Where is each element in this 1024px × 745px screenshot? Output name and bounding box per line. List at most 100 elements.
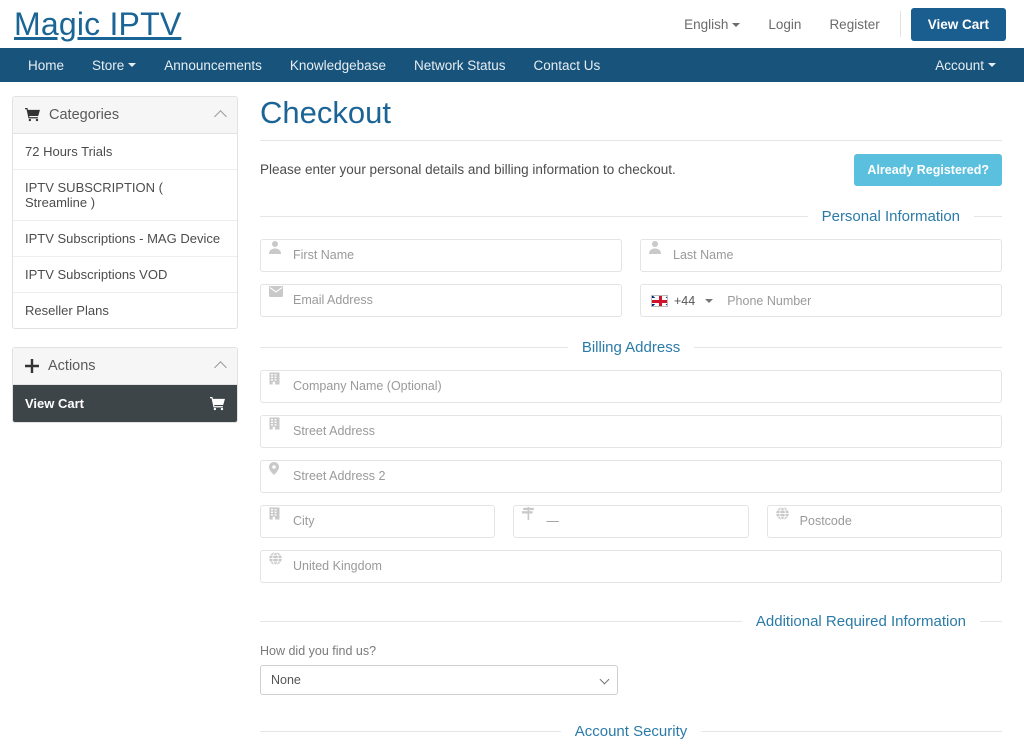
postcode-field[interactable]: Postcode xyxy=(766,505,1002,539)
main-content: Checkout Please enter your personal deta… xyxy=(260,95,1003,745)
section-rule xyxy=(260,216,808,218)
how-did-you-find-us-label: How did you find us? xyxy=(260,644,377,659)
city-field[interactable]: City xyxy=(260,505,496,539)
language-label: English xyxy=(684,16,729,32)
language-selector[interactable]: English xyxy=(670,17,754,32)
already-registered-button[interactable]: Already Registered? xyxy=(854,154,1002,187)
nav-label: Knowledgebase xyxy=(289,57,386,73)
phone-col: +44 Phone Number xyxy=(640,284,1002,318)
first-name-field[interactable]: First Name xyxy=(260,239,622,273)
section-additional-required-information: Additional Required Information xyxy=(260,613,1002,630)
city-placeholder: City xyxy=(293,514,315,529)
last-name-field[interactable]: Last Name xyxy=(640,239,1002,273)
postcode-col: Postcode xyxy=(766,505,1002,539)
first-name-col: First Name xyxy=(260,239,622,273)
top-bar-right: English Login Register View Cart xyxy=(670,7,1006,41)
street-address-2-placeholder: Street Address 2 xyxy=(293,469,386,484)
actions-panel: Actions View Cart xyxy=(12,347,238,423)
intro-row: Please enter your personal details and b… xyxy=(260,154,1002,187)
country-code-selector[interactable]: +44 xyxy=(641,285,721,316)
sidebar: Categories 72 Hours Trials IPTV SUBSCRIP… xyxy=(12,96,238,441)
chevron-up-icon[interactable] xyxy=(214,361,227,374)
section-title: Billing Address xyxy=(581,339,681,357)
company-row: Company Name (Optional) xyxy=(260,370,1002,404)
section-rule xyxy=(701,731,1002,733)
register-link[interactable]: Register xyxy=(815,17,893,32)
nav-item-announcements[interactable]: Announcements xyxy=(150,48,276,82)
actions-panel-header[interactable]: Actions xyxy=(13,348,237,385)
country-row: United Kingdom xyxy=(260,550,1002,584)
categories-panel: Categories 72 Hours Trials IPTV SUBSCRIP… xyxy=(12,96,238,329)
chevron-down-icon xyxy=(732,22,741,27)
sidebar-item-reseller-plans[interactable]: Reseller Plans xyxy=(13,293,237,328)
divider xyxy=(899,11,901,37)
cart-icon xyxy=(25,108,40,122)
view-cart-button[interactable]: View Cart xyxy=(910,7,1006,41)
login-link[interactable]: Login xyxy=(754,17,815,32)
section-rule xyxy=(974,216,1002,218)
email-col: Email Address xyxy=(260,284,622,318)
dial-code: +44 xyxy=(674,293,696,308)
sidebar-item-iptv-subscription-streamline[interactable]: IPTV SUBSCRIPTION ( Streamline ) xyxy=(13,170,237,221)
nav-item-account[interactable]: Account xyxy=(921,48,1010,82)
section-rule xyxy=(980,621,1002,623)
title-divider xyxy=(260,140,1002,142)
sidebar-action-view-cart[interactable]: View Cart xyxy=(13,385,237,422)
uk-flag-icon xyxy=(651,294,668,307)
sidebar-item-iptv-subscriptions-vod[interactable]: IPTV Subscriptions VOD xyxy=(13,257,237,293)
section-rule xyxy=(260,621,742,623)
sidebar-item-iptv-subscriptions-mag-device[interactable]: IPTV Subscriptions - MAG Device xyxy=(13,221,237,257)
street-address-2-field[interactable]: Street Address 2 xyxy=(260,460,1002,494)
first-name-placeholder: First Name xyxy=(293,248,355,263)
page-body: Categories 72 Hours Trials IPTV SUBSCRIP… xyxy=(0,82,1024,745)
section-rule xyxy=(260,731,561,733)
nav-label: Contact Us xyxy=(533,57,601,73)
state-field[interactable]: — xyxy=(513,505,749,539)
chevron-up-icon[interactable] xyxy=(214,110,227,123)
nav-right-group: Account xyxy=(921,48,1010,82)
email-field[interactable]: Email Address xyxy=(260,284,622,318)
how-did-you-find-us-select[interactable]: None xyxy=(260,665,618,696)
last-name-placeholder: Last Name xyxy=(673,248,734,263)
top-bar: Magic IPTV English Login Register View C… xyxy=(0,0,1024,48)
sidebar-item-72-hours-trials[interactable]: 72 Hours Trials xyxy=(13,134,237,170)
street2-row: Street Address 2 xyxy=(260,460,1002,494)
actions-panel-title: Actions xyxy=(48,358,96,374)
last-name-col: Last Name xyxy=(640,239,1002,273)
plus-icon xyxy=(25,359,39,373)
nav-item-store[interactable]: Store xyxy=(78,48,150,82)
section-billing-address: Billing Address xyxy=(260,339,1003,357)
email-placeholder: Email Address xyxy=(293,293,373,308)
nav-item-network-status[interactable]: Network Status xyxy=(400,48,520,82)
country-col: United Kingdom xyxy=(260,550,1002,584)
company-name-field[interactable]: Company Name (Optional) xyxy=(260,370,1002,404)
how-did-you-find-us-group: How did you find us? None xyxy=(260,644,1002,696)
name-row: First Name Last Name xyxy=(260,239,1002,273)
street1-col: Street Address xyxy=(260,415,1002,449)
street-address-field[interactable]: Street Address xyxy=(260,415,1002,449)
nav-label: Announcements xyxy=(164,57,262,73)
contact-row: Email Address +44 Phone Number xyxy=(260,284,1002,318)
site-logo[interactable]: Magic IPTV xyxy=(14,8,181,40)
nav-item-home[interactable]: Home xyxy=(14,48,78,82)
street1-row: Street Address xyxy=(260,415,1002,449)
country-field[interactable]: United Kingdom xyxy=(260,550,1002,584)
cart-icon xyxy=(210,396,225,411)
chevron-down-icon xyxy=(705,298,714,303)
sidebar-action-label: View Cart xyxy=(25,396,85,411)
section-rule xyxy=(694,347,1003,349)
nav-label: Account xyxy=(935,57,984,73)
section-rule xyxy=(260,347,568,349)
categories-panel-header[interactable]: Categories xyxy=(13,97,237,134)
main-navigation: Home Store Announcements Knowledgebase N… xyxy=(0,48,1024,82)
section-account-security: Account Security xyxy=(260,723,1002,740)
page-title: Checkout xyxy=(260,95,391,130)
nav-label: Home xyxy=(28,57,65,73)
section-title: Personal Information xyxy=(821,208,960,226)
nav-item-contact-us[interactable]: Contact Us xyxy=(520,48,615,82)
nav-item-knowledgebase[interactable]: Knowledgebase xyxy=(276,48,400,82)
street-address-placeholder: Street Address xyxy=(293,424,375,439)
phone-field[interactable]: +44 Phone Number xyxy=(640,284,1002,318)
categories-panel-title: Categories xyxy=(49,107,120,123)
company-col: Company Name (Optional) xyxy=(260,370,1002,404)
